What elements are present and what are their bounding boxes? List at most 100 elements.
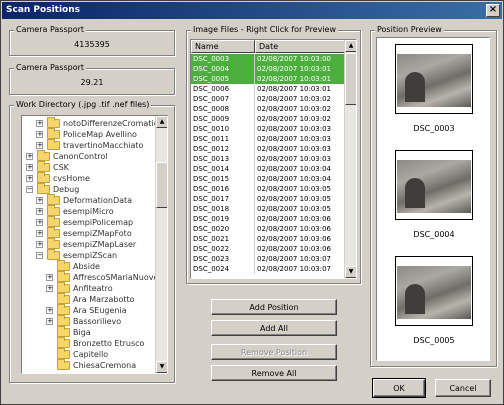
tree-scrollbar[interactable]: ▲ ▼ <box>155 116 167 373</box>
folder-icon <box>37 183 50 194</box>
expander-icon[interactable]: − <box>36 252 43 259</box>
column-header-date[interactable]: Date <box>255 40 347 53</box>
expander-icon[interactable]: + <box>46 285 53 292</box>
table-row[interactable]: DSC_0015 02/08/2007 10:03:04 <box>191 174 345 184</box>
folder-icon <box>47 249 60 260</box>
add-all-button[interactable]: Add All <box>211 320 337 336</box>
table-row[interactable]: DSC_0008 02/08/2007 10:03:02 <box>191 104 345 114</box>
table-row[interactable]: DSC_0011 02/08/2007 10:03:03 <box>191 134 345 144</box>
add-position-button[interactable]: Add Position <box>211 299 337 315</box>
cell-date: 02/08/2007 10:03:06 <box>257 215 332 223</box>
table-row[interactable]: DSC_0018 02/08/2007 10:03:05 <box>191 204 345 214</box>
tree-item-label: DeformationData <box>63 196 133 205</box>
folder-icon <box>57 348 70 359</box>
remove-all-button[interactable]: Remove All <box>211 365 337 381</box>
expander-icon[interactable]: + <box>36 230 43 237</box>
table-row[interactable]: DSC_0007 02/08/2007 10:03:02 <box>191 94 345 104</box>
expander-icon[interactable]: + <box>26 164 33 171</box>
ok-button[interactable]: OK <box>372 378 426 398</box>
table-row[interactable]: DSC_0012 02/08/2007 10:03:03 <box>191 144 345 154</box>
table-row[interactable]: DSC_0024 02/08/2007 10:03:07 <box>191 264 345 274</box>
scroll-down-button[interactable]: ▼ <box>156 361 167 373</box>
table-row[interactable]: DSC_0019 02/08/2007 10:03:06 <box>191 214 345 224</box>
table-row[interactable]: DSC_0022 02/08/2007 10:03:06 <box>191 244 345 254</box>
table-row[interactable]: DSC_0004 02/08/2007 10:03:01 <box>191 64 345 74</box>
table-row[interactable]: DSC_0005 02/08/2007 10:03:01 <box>191 74 345 84</box>
thumbnail-image-1 <box>397 54 471 107</box>
expander-icon[interactable]: + <box>36 197 43 204</box>
table-row[interactable]: DSC_0014 02/08/2007 10:03:04 <box>191 164 345 174</box>
table-row[interactable]: DSC_0013 02/08/2007 10:03:03 <box>191 154 345 164</box>
table-row[interactable]: DSC_0016 02/08/2007 10:03:05 <box>191 184 345 194</box>
expander-icon[interactable]: + <box>26 153 33 160</box>
tree-item-label: Abside <box>73 262 100 271</box>
scroll-thumb[interactable] <box>156 162 167 208</box>
folder-icon <box>57 359 70 370</box>
expander-icon[interactable]: + <box>46 274 53 281</box>
thumbnail-2[interactable] <box>395 150 473 220</box>
list-scroll-down-button[interactable]: ▼ <box>345 266 356 278</box>
table-row[interactable]: DSC_0021 02/08/2007 10:03:06 <box>191 234 345 244</box>
expander-icon[interactable]: + <box>46 307 53 314</box>
tree-item-label: CSK <box>53 163 69 172</box>
folder-icon <box>37 161 50 172</box>
image-file-list[interactable]: Name Date DSC_0003 02/08/2007 10:03:00 DSC… <box>190 39 357 279</box>
folder-icon <box>57 271 70 282</box>
close-button[interactable]: × <box>486 4 500 17</box>
remove-position-button[interactable]: Remove Position <box>211 344 337 360</box>
expander-icon[interactable]: + <box>46 318 53 325</box>
scroll-up-button[interactable]: ▲ <box>156 116 167 128</box>
table-row[interactable]: DSC_0006 02/08/2007 10:03:01 <box>191 84 345 94</box>
column-header-name[interactable]: Name <box>191 40 255 53</box>
expander-icon[interactable]: − <box>26 186 33 193</box>
folder-icon <box>57 304 70 315</box>
expander-icon[interactable]: + <box>36 131 43 138</box>
expander-icon[interactable]: + <box>36 142 43 149</box>
cell-name: DSC_0010 <box>193 124 255 134</box>
thumbnail-1[interactable] <box>395 44 473 114</box>
tree-item-label: esempiPolicemap <box>63 218 134 227</box>
directory-tree[interactable]: + notoDifferenzeCromatiche + PoliceMap Avel… <box>21 115 168 374</box>
folder-icon <box>37 150 50 161</box>
cell-date: 02/08/2007 10:03:03 <box>257 125 332 133</box>
tree-item-label: esempiZMapLaser <box>63 240 137 249</box>
cell-date: 02/08/2007 10:03:04 <box>257 165 332 173</box>
table-row[interactable]: DSC_0010 02/08/2007 10:03:03 <box>191 124 345 134</box>
thumbnail-3[interactable] <box>395 256 473 326</box>
expander-icon[interactable]: + <box>36 120 43 127</box>
cell-name: DSC_0023 <box>193 254 255 264</box>
tree-item-label: Bronzetto Etrusco <box>73 339 145 348</box>
window-title: Scan Positions <box>6 5 80 15</box>
expander-icon[interactable]: + <box>36 219 43 226</box>
cancel-button[interactable]: Cancel <box>435 379 491 397</box>
expander-icon[interactable]: + <box>26 175 33 182</box>
tree-item-label: esempiZMapFoto <box>63 229 132 238</box>
list-scroll-thumb[interactable] <box>345 53 356 105</box>
title-bar: Scan Positions × <box>2 2 502 19</box>
cell-date: 02/08/2007 10:03:01 <box>257 65 332 73</box>
table-row[interactable]: DSC_0020 02/08/2007 10:03:06 <box>191 224 345 234</box>
cell-name: DSC_0017 <box>193 194 255 204</box>
table-row[interactable]: DSC_0003 02/08/2007 10:03:00 <box>191 54 345 64</box>
cell-name: DSC_0013 <box>193 154 255 164</box>
cell-name: DSC_0021 <box>193 234 255 244</box>
expander-icon[interactable]: + <box>36 241 43 248</box>
table-row[interactable]: DSC_0023 02/08/2007 10:03:07 <box>191 254 345 264</box>
folder-icon <box>57 326 70 337</box>
table-row[interactable]: DSC_0009 02/08/2007 10:03:02 <box>191 114 345 124</box>
folder-icon <box>47 238 60 249</box>
tree-item-label: esempiMicro <box>63 207 114 216</box>
cell-name: DSC_0005 <box>193 74 255 84</box>
tree-item-label: Bassorilievo <box>73 317 122 326</box>
tree-item-label: notoDifferenzeCromatiche <box>63 119 168 128</box>
work-directory-label: Work Directory (.jpg .tif .nef files) <box>14 100 152 110</box>
list-scrollbar[interactable]: ▲ ▼ <box>344 40 356 278</box>
folder-icon <box>47 139 60 150</box>
thumbnail-caption-3: DSC_0005 <box>413 336 455 345</box>
folder-icon <box>37 172 50 183</box>
cell-name: DSC_0011 <box>193 134 255 144</box>
table-row[interactable]: DSC_0017 02/08/2007 10:03:05 <box>191 194 345 204</box>
tree-item-label: PoliceMap Avellino <box>63 130 137 139</box>
list-scroll-up-button[interactable]: ▲ <box>345 40 356 52</box>
expander-icon[interactable]: + <box>36 208 43 215</box>
